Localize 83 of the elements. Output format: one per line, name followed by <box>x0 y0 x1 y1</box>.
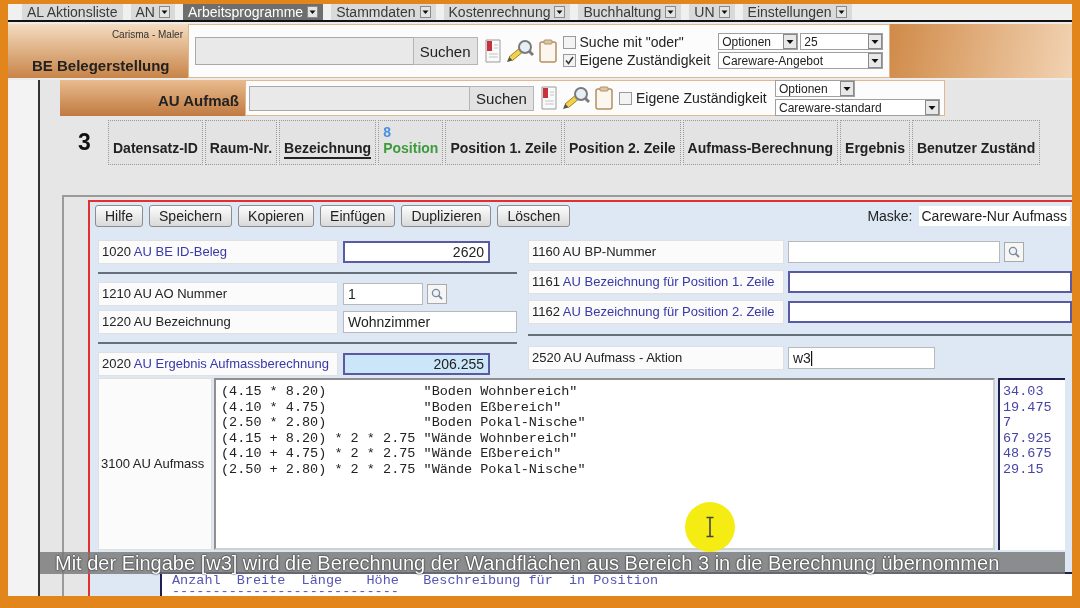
dash-line: ---------------------------- <box>172 588 400 596</box>
dropdown[interactable]: Optionen <box>775 80 855 97</box>
column-header[interactable]: Ergebnis <box>840 120 910 165</box>
help-header: Anzahl Breite Länge Höhe Beschreibung für in Position <box>172 574 660 588</box>
column-header[interactable]: Position 1. Zeile <box>445 120 562 165</box>
record-count: 3 <box>78 128 92 157</box>
checkbox[interactable] <box>562 35 576 49</box>
mask-field[interactable]: Careware-Nur Aufmass <box>918 206 1070 226</box>
video-subtitle: Mit der Eingabe [w3] wird die Berechnung der Wandflächen aus Bereich 3 in die Berechnung übernommen <box>40 552 1065 574</box>
menu-item[interactable]: AL Aktionsliste <box>22 4 123 20</box>
column-count: 8 <box>383 125 391 140</box>
magnifier-pencil-icon[interactable] <box>505 39 534 63</box>
field-label: 1160 AU BP-Nummer <box>528 240 784 264</box>
search-button[interactable]: Suchen <box>469 85 534 111</box>
formula-field[interactable]: (4.15 * 8.20) "Boden Wohnbereich" (4.10 * 4.75) "Boden Eßbereich" (2.50 * 2.80) "Boden Pokal-Nische" (4.15 + 8.20) * 2 * 2.75 "Wände Wohnbereich" (4.10 + 4.75) * 2 * 2.75 "Wände Eßbereich" (2.50 + 2.80) * 2 * 2.75 "Wände Pokal-Nische" <box>214 378 995 550</box>
column-header[interactable]: Bezeichnung <box>279 120 377 165</box>
number-field[interactable]: 206.255 <box>343 353 490 375</box>
field-label: 1161 AU Bezeichnung für Position 1. Zeile <box>528 270 784 294</box>
caret-icon <box>840 81 854 96</box>
toolbar-button[interactable]: Duplizieren <box>401 205 492 227</box>
panel-title: BE Belegerstellung <box>32 57 171 74</box>
menu-item[interactable]: Arbeitsprogramme <box>183 4 324 20</box>
caret-icon <box>783 34 798 49</box>
search-icon <box>431 288 443 300</box>
search-field[interactable] <box>195 37 413 65</box>
column-header[interactable]: Datensatz-ID <box>108 120 203 165</box>
menu-item[interactable]: AN <box>130 4 175 20</box>
input-field[interactable] <box>788 241 1000 263</box>
result-field: 34.03 19.475 7 67.925 48.675 29.15 <box>998 378 1065 550</box>
field-label: 1210 AU AO Nummer <box>98 282 338 306</box>
text-cursor-icon <box>685 502 735 552</box>
dropdown[interactable]: Optionen <box>718 33 799 50</box>
search-field[interactable] <box>249 85 469 111</box>
panel-title: AU Aufmaß <box>157 92 239 109</box>
column-header[interactable]: Raum-Nr. <box>204 120 278 165</box>
document-icon[interactable] <box>484 39 501 63</box>
dropdown[interactable]: Careware-standard <box>775 99 940 116</box>
column-header[interactable]: Position 2. Zeile <box>564 120 681 165</box>
checkbox-label: Suche mit "oder" <box>579 34 684 50</box>
input-field[interactable]: 1 <box>343 283 423 305</box>
toolbar-button[interactable]: Kopieren <box>238 205 315 227</box>
caret-icon <box>868 53 882 68</box>
menu-item[interactable]: Buchhaltung <box>578 4 682 20</box>
menu-item[interactable]: Kostenrechnung <box>443 4 571 20</box>
lookup-button[interactable] <box>1004 242 1024 262</box>
toolbar-button[interactable]: Löschen <box>497 205 571 227</box>
dropdown[interactable]: Careware-Angebot <box>718 52 883 69</box>
field-label: 2520 AU Aufmass - Aktion <box>528 346 784 370</box>
document-icon[interactable] <box>541 86 557 110</box>
caret-icon <box>868 34 882 49</box>
toolbar-button[interactable]: Speichern <box>149 205 233 227</box>
checkbox-label: Eigene Zuständigkeit <box>636 90 767 106</box>
field-label: 1162 AU Bezeichnung für Position 2. Zeile <box>528 300 784 324</box>
mask-label: Maske: <box>867 208 913 224</box>
checkbox-label: Eigene Zuständigkeit <box>579 52 711 68</box>
search-button[interactable]: Suchen <box>412 37 478 65</box>
clipboard-icon[interactable] <box>595 86 613 110</box>
input-field[interactable]: w3 <box>788 347 935 369</box>
app-caption: Carisma - Maler <box>111 29 183 40</box>
magnifier-pencil-icon[interactable] <box>562 86 590 110</box>
menu-item[interactable]: Stammdaten <box>331 4 436 20</box>
checkbox[interactable] <box>562 53 576 67</box>
menu-item[interactable]: UN <box>689 4 735 20</box>
text-caret-icon <box>810 350 813 366</box>
menu-item[interactable]: Einstellungen <box>742 4 852 20</box>
dropdown[interactable]: 25 <box>800 33 883 50</box>
caret-icon <box>925 100 939 115</box>
lookup-button[interactable] <box>427 284 447 304</box>
number-field[interactable]: 2620 <box>343 241 490 263</box>
field-label: 1220 AU Bezeichnung <box>98 310 338 334</box>
column-header[interactable]: Aufmass-Berechnung <box>682 120 839 165</box>
checkbox[interactable] <box>619 91 632 105</box>
toolbar-button[interactable]: Einfügen <box>320 205 396 227</box>
input-field[interactable]: Wohnzimmer <box>343 311 517 333</box>
input-field[interactable] <box>788 271 1072 293</box>
clipboard-icon[interactable] <box>538 39 557 63</box>
field-label: 2020 AU Ergebnis Aufmassberechnung <box>98 352 338 376</box>
column-header[interactable]: Benutzer Zuständ <box>911 120 1041 165</box>
field-label: 1020 AU BE ID-Beleg <box>98 240 338 264</box>
toolbar-button[interactable]: Hilfe <box>95 205 143 227</box>
search-icon <box>1008 246 1020 258</box>
field-label: 3100 AU Aufmass <box>98 378 212 550</box>
input-field[interactable] <box>788 301 1072 323</box>
